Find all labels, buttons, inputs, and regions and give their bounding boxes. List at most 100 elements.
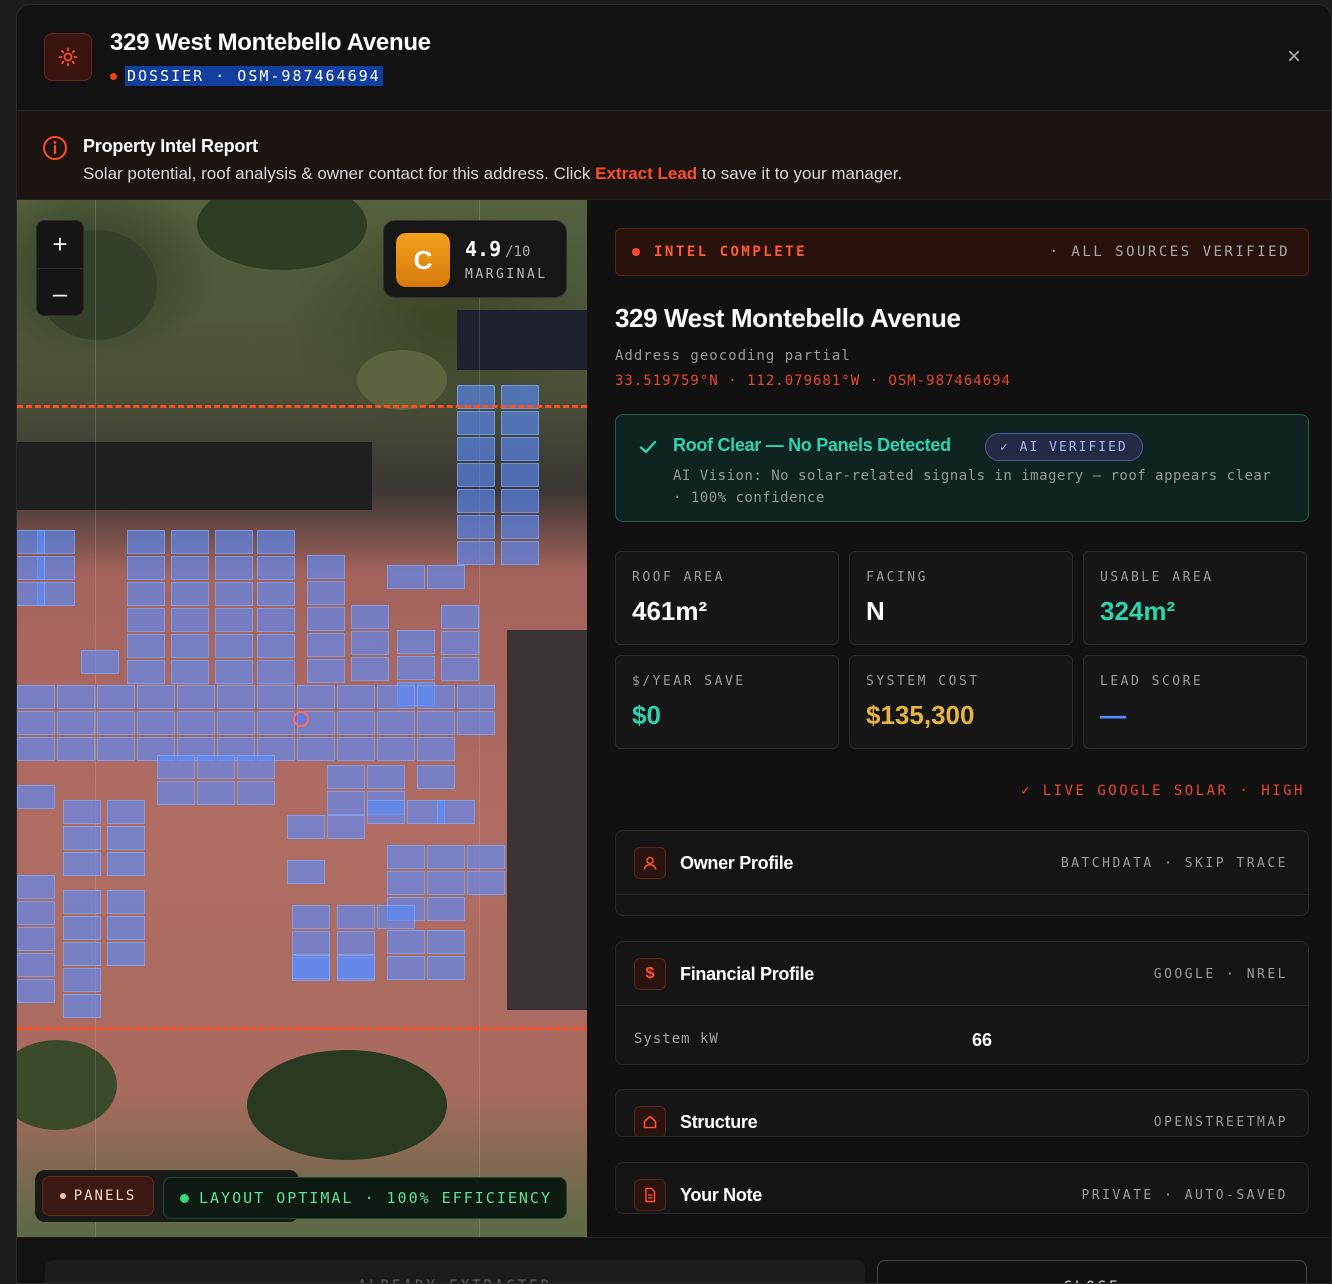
stat-card: ROOF AREA 461m² [615, 551, 839, 645]
stat-value: 324m² [1100, 596, 1176, 626]
divider [616, 1005, 1308, 1006]
owner-profile-section[interactable]: Owner Profile BATCHDATA · SKIP TRACE [615, 830, 1309, 916]
stat-value: 461m² [632, 596, 708, 626]
solar-panel [257, 685, 295, 709]
solar-panel [63, 890, 101, 914]
solar-panel [417, 737, 455, 761]
solar-panel [377, 905, 415, 929]
solar-panel [397, 656, 435, 680]
solar-panel [427, 871, 465, 895]
solar-panel [457, 711, 495, 735]
stat-label: $/YEAR SAVE [632, 674, 746, 689]
grade-badge: C [396, 233, 450, 287]
solar-panel [217, 685, 255, 709]
stat-label: FACING [866, 570, 928, 585]
tree [247, 1050, 447, 1160]
solar-panel [137, 685, 175, 709]
solar-panel [501, 541, 539, 565]
panels-label: PANELS [73, 1188, 137, 1204]
solar-panel [337, 711, 375, 735]
solar-panel [367, 765, 405, 789]
solar-panel [17, 582, 45, 606]
close-icon[interactable]: × [1287, 45, 1301, 69]
solar-panel [501, 437, 539, 461]
solar-panel [107, 942, 145, 966]
info-icon [42, 135, 68, 166]
modal-footer: ALREADY EXTRACTED CLOSE [17, 1237, 1331, 1283]
solar-panel [171, 608, 209, 632]
financial-profile-section[interactable]: $ Financial Profile GOOGLE · NREL System… [615, 941, 1309, 1065]
solar-panel [292, 955, 330, 979]
solar-panel [307, 633, 345, 657]
satellite-map[interactable]: + – C 4.9/10 MARGINAL PANELS LAYOUT OPTI… [17, 200, 587, 1237]
solar-panel [427, 897, 465, 921]
solar-panel [377, 737, 415, 761]
document-icon [634, 1179, 666, 1211]
solar-panel [63, 968, 101, 992]
solar-panel [257, 582, 295, 606]
solar-panel [427, 845, 465, 869]
score-number: 4.9 [465, 237, 502, 261]
system-kw-label: System kW [634, 1031, 719, 1047]
stat-card: LEAD SCORE — [1083, 655, 1307, 749]
solar-panel [107, 916, 145, 940]
panels-toggle-button[interactable]: PANELS [42, 1176, 154, 1216]
your-note-source: PRIVATE · AUTO-SAVED [1081, 1188, 1288, 1203]
stat-value: $0 [632, 700, 661, 730]
solar-panel [292, 931, 330, 955]
solar-panel [337, 685, 375, 709]
owner-profile-title: Owner Profile [680, 853, 794, 873]
score-max: /10 [505, 244, 531, 260]
roof-shadow [507, 630, 587, 1010]
solar-panel [467, 845, 505, 869]
solar-panel [351, 605, 389, 629]
solar-panel [215, 582, 253, 606]
financial-profile-source: GOOGLE · NREL [1153, 967, 1288, 982]
structure-section[interactable]: Structure OPENSTREETMAP [615, 1089, 1309, 1137]
solar-panel [17, 737, 55, 761]
zoom-in-button[interactable]: + [37, 221, 83, 269]
solar-panel [337, 931, 375, 955]
owner-profile-source: BATCHDATA · SKIP TRACE [1060, 856, 1288, 871]
solar-panel [351, 631, 389, 655]
your-note-section[interactable]: Your Note PRIVATE · AUTO-SAVED [615, 1162, 1309, 1214]
solar-panel [457, 437, 495, 461]
system-kw-value: 66 [972, 1030, 993, 1050]
solar-panel [17, 901, 55, 925]
roof-status-text: AI Vision: No solar-related signals in i… [673, 468, 1272, 506]
parcel-boundary-bottom [17, 1027, 587, 1030]
property-address: 329 West Montebello Avenue [615, 303, 961, 333]
structure-title: Structure [680, 1112, 758, 1132]
grid-line [95, 200, 96, 1237]
modal-title: 329 West Montebello Avenue [110, 29, 431, 56]
solar-panel [257, 530, 295, 554]
extract-lead-link[interactable]: Extract Lead [595, 164, 697, 183]
solar-panel [501, 515, 539, 539]
solar-panel [377, 711, 415, 735]
solar-panel [127, 634, 165, 658]
intel-dot [632, 248, 640, 256]
solar-panel [237, 755, 275, 779]
dossier-modal: 329 West Montebello Avenue DOSSIER · OSM… [16, 4, 1332, 1284]
extract-lead-button[interactable]: ALREADY EXTRACTED [45, 1260, 865, 1283]
status-dot [110, 72, 117, 80]
close-button[interactable]: CLOSE [877, 1260, 1307, 1283]
solar-panel [351, 657, 389, 681]
solar-panel [197, 755, 235, 779]
intel-status: INTEL COMPLETE [654, 244, 808, 260]
solar-panel [57, 711, 95, 735]
solar-panel [215, 608, 253, 632]
solar-panel [501, 411, 539, 435]
stat-label: LEAD SCORE [1100, 674, 1204, 689]
solar-panel [327, 765, 365, 789]
intel-status-bar: INTEL COMPLETE · ALL SOURCES VERIFIED [615, 228, 1309, 276]
layout-status-text: LAYOUT OPTIMAL · 100% EFFICIENCY [199, 1189, 552, 1207]
solar-panel [63, 800, 101, 824]
solar-panel [157, 781, 195, 805]
modal-header: 329 West Montebello Avenue DOSSIER · OSM… [17, 5, 1331, 111]
zoom-out-button[interactable]: – [37, 269, 83, 317]
sun-icon [44, 33, 92, 81]
divider [616, 894, 1308, 895]
solar-panel [97, 685, 135, 709]
solar-panel [63, 826, 101, 850]
